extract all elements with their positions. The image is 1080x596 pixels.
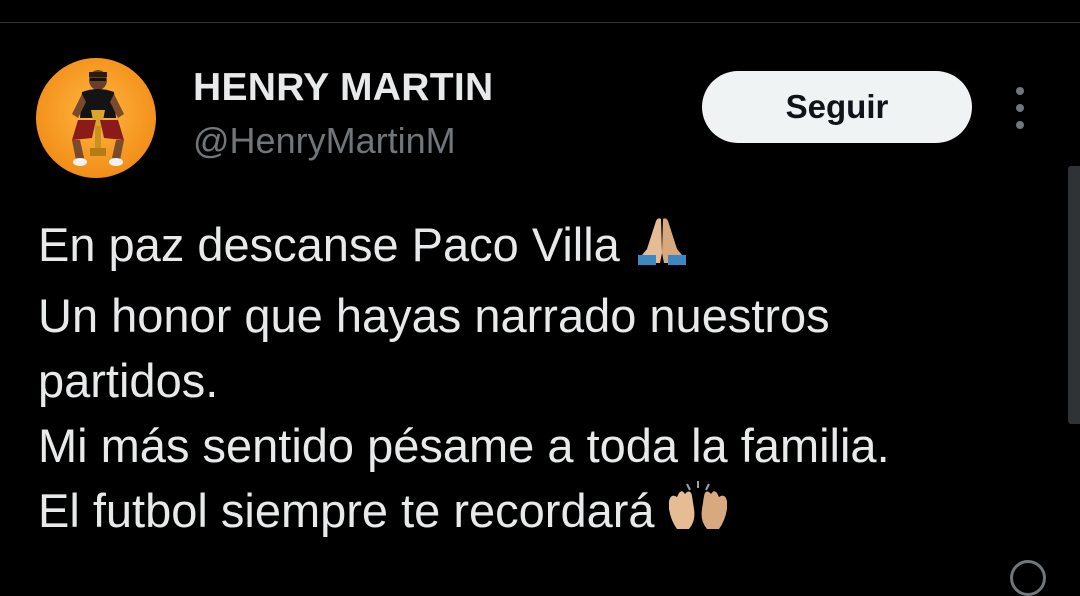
more-dot xyxy=(1016,87,1024,95)
avatar-image xyxy=(36,58,156,178)
follow-button[interactable]: Seguir xyxy=(702,71,972,143)
more-dot xyxy=(1016,104,1024,112)
scrollbar[interactable] xyxy=(1068,166,1080,424)
folded-hands-icon xyxy=(630,215,694,283)
more-dot xyxy=(1016,121,1024,129)
raising-hands-icon xyxy=(665,479,731,549)
user-handle[interactable]: @HenryMartinM xyxy=(193,117,456,165)
profile-avatar[interactable] xyxy=(36,58,156,178)
display-name[interactable]: HENRY MARTIN xyxy=(193,64,493,112)
tweet-line: El futbol siempre te recordará xyxy=(38,478,1058,549)
tweet-text: En paz descanse Paco Villa Un honor que … xyxy=(38,212,1058,549)
more-options-icon[interactable] xyxy=(1005,87,1035,129)
top-divider xyxy=(0,22,1080,23)
tweet-line-text: En paz descanse Paco Villa xyxy=(38,218,620,271)
tweet-line: Un honor que hayas narrado nuestros xyxy=(38,289,830,342)
tweet-line: En paz descanse Paco Villa xyxy=(38,212,1058,283)
view-icon[interactable] xyxy=(1010,560,1046,596)
tweet-line-text: El futbol siempre te recordará xyxy=(38,484,655,537)
tweet-line: Mi más sentido pésame a toda la familia. xyxy=(38,419,890,472)
tweet-line: partidos. xyxy=(38,354,219,407)
